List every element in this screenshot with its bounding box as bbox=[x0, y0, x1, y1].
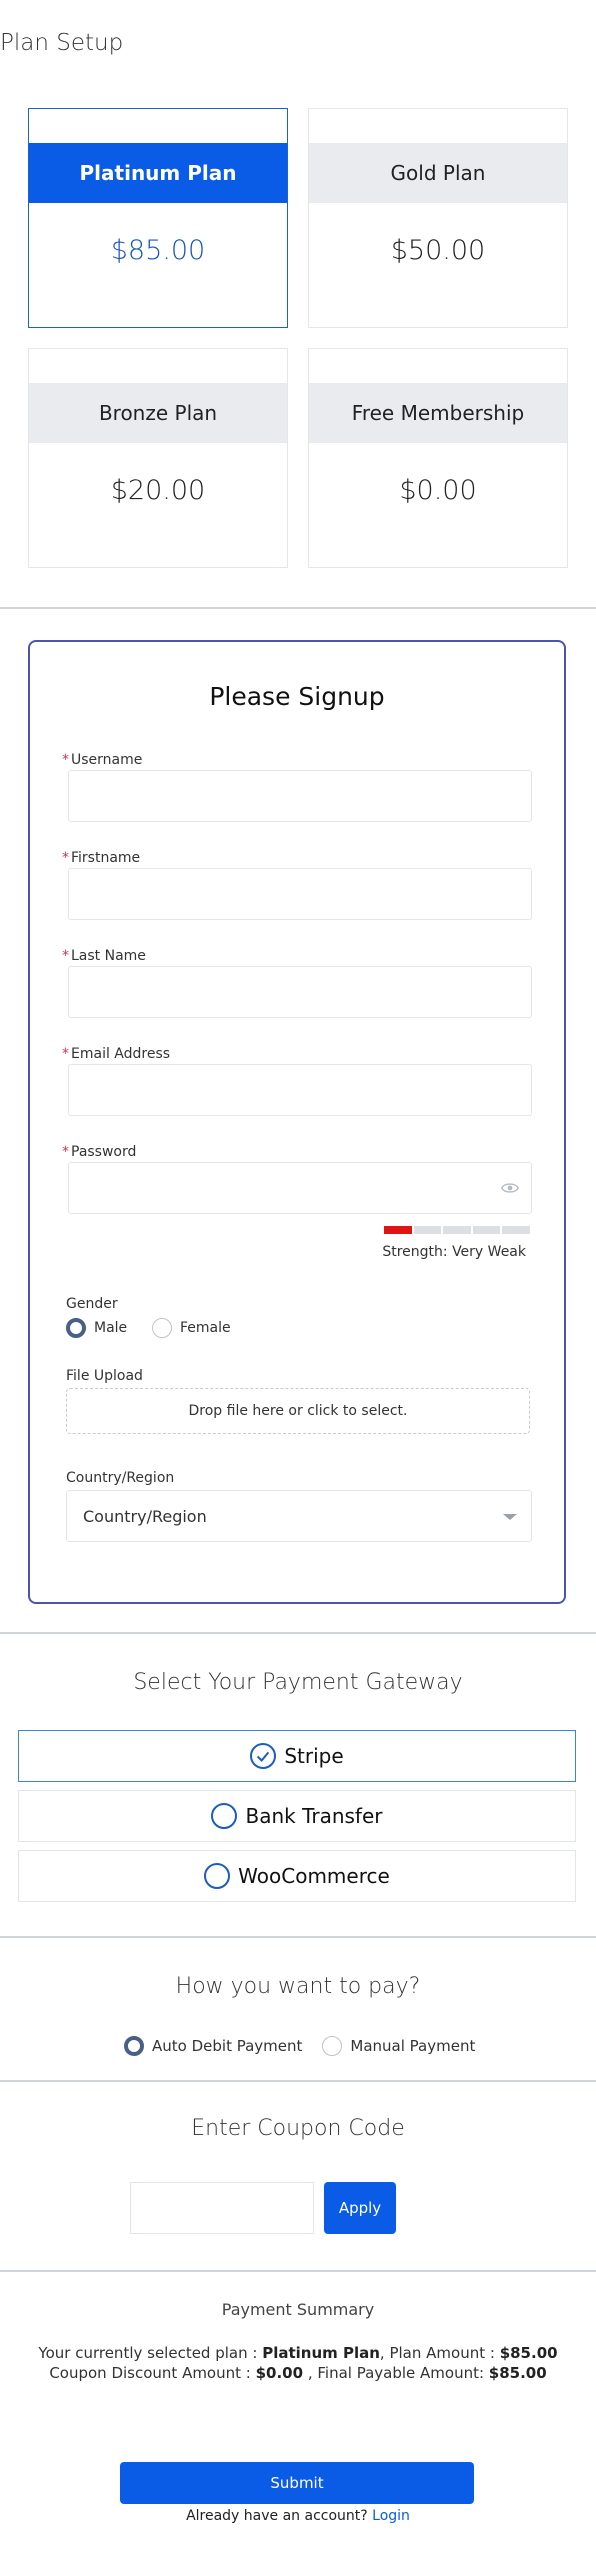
country-select[interactable]: Country/Region bbox=[66, 1490, 532, 1542]
summary-line-discount: Coupon Discount Amount : $0.00 , Final P… bbox=[49, 2364, 547, 2382]
file-dropzone[interactable]: Drop file here or click to select. bbox=[66, 1388, 530, 1434]
plan-price: $50.00 bbox=[390, 235, 486, 266]
gender-option-label: Male bbox=[94, 1320, 128, 1336]
signup-form: Please Signup * Username * Firstname * Last… bbox=[28, 640, 566, 1604]
section-divider bbox=[0, 2270, 596, 2272]
chevron-down-icon bbox=[503, 1514, 517, 1520]
password-strength-text: Strength: Very Weak bbox=[382, 1244, 526, 1260]
gender-option-label: Female bbox=[180, 1320, 231, 1336]
lastname-input[interactable] bbox=[68, 966, 532, 1018]
gateway-option-woocommerce[interactable]: WooCommerce bbox=[18, 1850, 576, 1902]
coupon-title: Enter Coupon Code bbox=[191, 2116, 405, 2141]
radio-unchecked-icon bbox=[211, 1803, 238, 1829]
required-mark: * bbox=[62, 752, 69, 768]
plan-card-bronze[interactable]: Bronze Plan $20.00 bbox=[28, 348, 288, 568]
summary-line-plan: Your currently selected plan : Platinum … bbox=[38, 2344, 558, 2362]
gateway-option-bank-transfer[interactable]: Bank Transfer bbox=[18, 1790, 576, 1842]
radio-checked-icon[interactable] bbox=[124, 2036, 144, 2056]
check-circle-icon bbox=[250, 1743, 277, 1769]
pay-option-auto-debit[interactable]: Auto Debit Payment bbox=[124, 2036, 302, 2056]
plan-price: $0.00 bbox=[399, 475, 477, 506]
radio-unchecked-icon bbox=[204, 1863, 231, 1889]
gateway-label: Bank Transfer bbox=[245, 1804, 383, 1828]
country-select-value: Country/Region bbox=[83, 1506, 207, 1526]
plan-card-gold[interactable]: Gold Plan $50.00 bbox=[308, 108, 568, 328]
email-input[interactable] bbox=[68, 1064, 532, 1116]
plan-card-free[interactable]: Free Membership $0.00 bbox=[308, 348, 568, 568]
username-input[interactable] bbox=[68, 770, 532, 822]
summary-final-payable: $85.00 bbox=[488, 2364, 547, 2382]
submit-button[interactable]: Submit bbox=[120, 2462, 474, 2504]
section-divider bbox=[0, 607, 596, 609]
gender-label: Gender bbox=[66, 1296, 118, 1312]
lastname-label: * Last Name bbox=[62, 948, 146, 964]
section-divider bbox=[0, 1936, 596, 1938]
required-mark: * bbox=[62, 1046, 69, 1062]
eye-icon[interactable] bbox=[501, 1181, 519, 1195]
email-label: * Email Address bbox=[62, 1046, 171, 1062]
payment-summary-title: Payment Summary bbox=[221, 2300, 375, 2319]
signup-title: Please Signup bbox=[209, 682, 385, 711]
gateway-option-stripe[interactable]: Stripe bbox=[18, 1730, 576, 1782]
payment-gateway-title: Select Your Payment Gateway bbox=[133, 1670, 463, 1695]
file-upload-label: File Upload bbox=[66, 1368, 143, 1384]
required-mark: * bbox=[62, 850, 69, 866]
gender-option-female[interactable]: Female bbox=[152, 1318, 231, 1338]
plan-grid: Platinum Plan $85.00 Gold Plan $50.00 Br… bbox=[28, 108, 568, 570]
plan-card-platinum[interactable]: Platinum Plan $85.00 bbox=[28, 108, 288, 328]
plan-name: Free Membership bbox=[309, 383, 567, 443]
required-mark: * bbox=[62, 1144, 69, 1160]
plan-name: Platinum Plan bbox=[29, 143, 287, 203]
section-divider bbox=[0, 1632, 596, 1634]
strength-segment bbox=[443, 1226, 471, 1234]
password-strength-bar bbox=[384, 1226, 530, 1234]
pay-option-manual[interactable]: Manual Payment bbox=[322, 2036, 475, 2056]
summary-selected-plan: Platinum Plan bbox=[262, 2344, 380, 2362]
strength-segment bbox=[413, 1226, 442, 1234]
gateway-label: Stripe bbox=[284, 1744, 344, 1768]
password-label: * Password bbox=[62, 1144, 137, 1160]
username-label: * Username bbox=[62, 752, 143, 768]
summary-coupon-discount: $0.00 bbox=[255, 2364, 304, 2382]
apply-button[interactable]: Apply bbox=[324, 2182, 396, 2234]
strength-segment bbox=[384, 1226, 412, 1234]
login-prompt: Already have an account? Login bbox=[186, 2508, 410, 2524]
pay-method-title: How you want to pay? bbox=[175, 1974, 421, 1999]
pay-method-options: Auto Debit Payment Manual Payment bbox=[124, 2036, 495, 2056]
pay-option-label: Manual Payment bbox=[350, 2037, 476, 2055]
summary-plan-amount: $85.00 bbox=[499, 2344, 558, 2362]
radio-checked-icon[interactable] bbox=[66, 1318, 86, 1338]
plan-setup-title: Plan Setup bbox=[0, 30, 124, 56]
radio-unchecked-icon[interactable] bbox=[152, 1318, 172, 1338]
strength-segment bbox=[502, 1226, 530, 1234]
strength-segment bbox=[472, 1226, 501, 1234]
password-input[interactable] bbox=[68, 1162, 532, 1214]
plan-name: Bronze Plan bbox=[29, 383, 287, 443]
required-mark: * bbox=[62, 948, 69, 964]
firstname-label: * Firstname bbox=[62, 850, 141, 866]
country-label: Country/Region bbox=[66, 1470, 175, 1486]
firstname-input[interactable] bbox=[68, 868, 532, 920]
pay-option-label: Auto Debit Payment bbox=[152, 2037, 303, 2055]
login-link[interactable]: Login bbox=[372, 2508, 410, 2524]
section-divider bbox=[0, 2080, 596, 2082]
gender-option-male[interactable]: Male bbox=[66, 1318, 127, 1338]
plan-price: $20.00 bbox=[110, 475, 206, 506]
radio-unchecked-icon[interactable] bbox=[322, 2036, 343, 2056]
coupon-input[interactable] bbox=[130, 2182, 314, 2234]
plan-price: $85.00 bbox=[110, 235, 206, 266]
plan-name: Gold Plan bbox=[309, 143, 567, 203]
gateway-label: WooCommerce bbox=[238, 1864, 390, 1888]
